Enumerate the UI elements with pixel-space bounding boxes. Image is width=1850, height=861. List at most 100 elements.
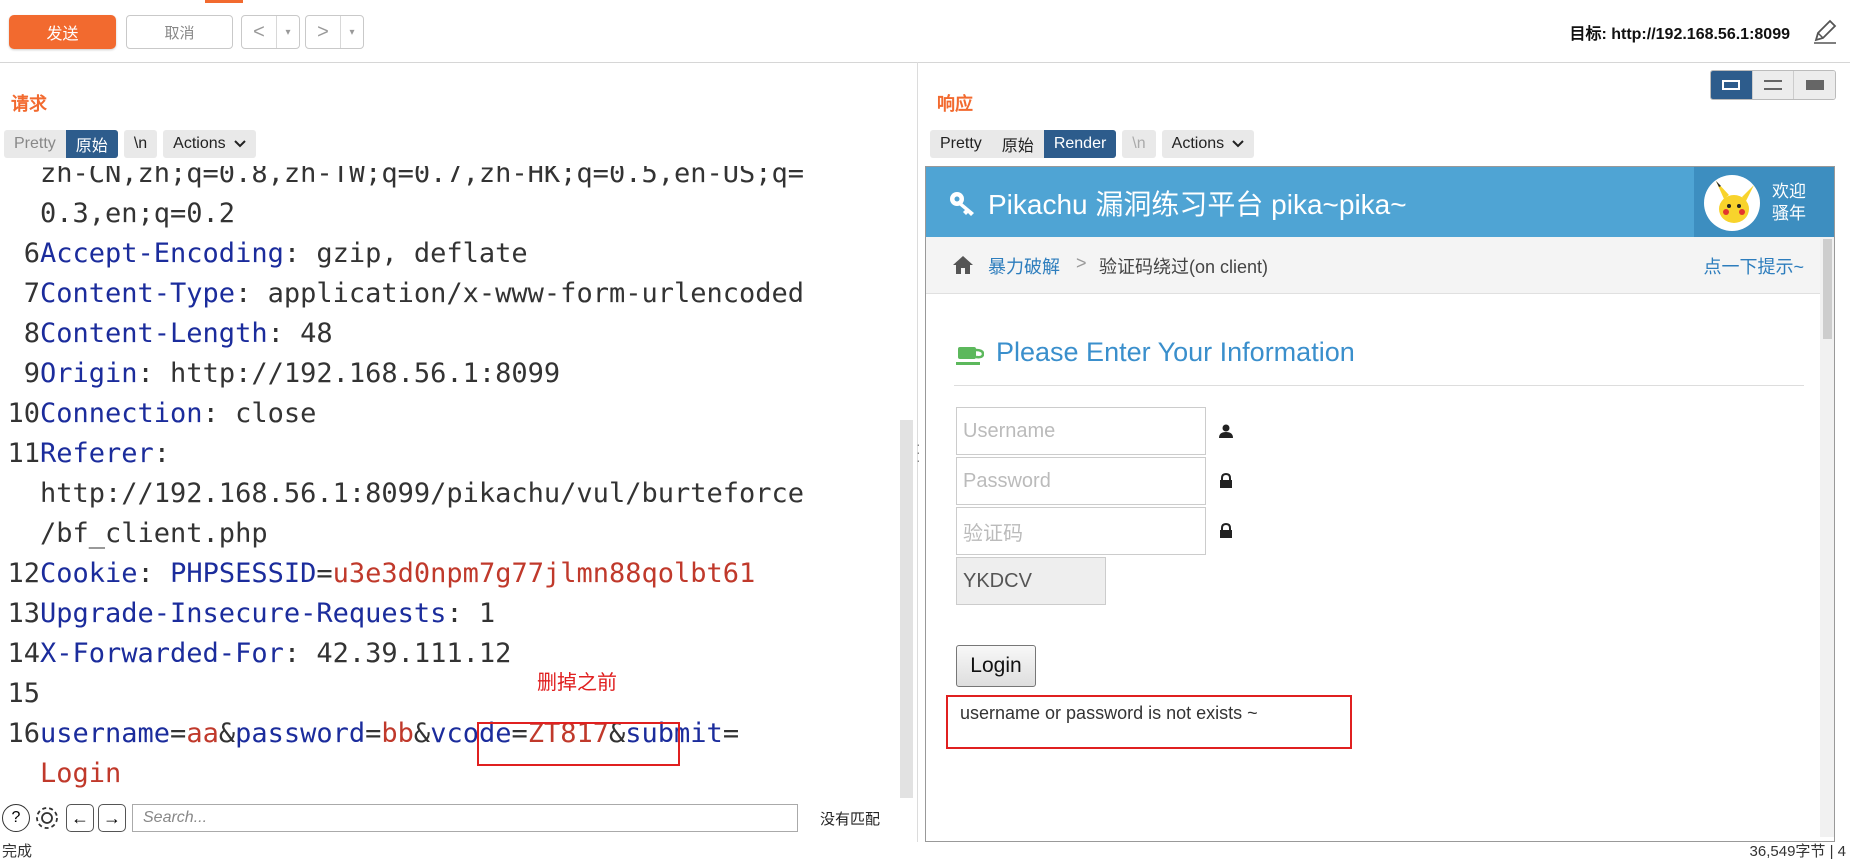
- layout-stacked-icon[interactable]: [1752, 71, 1795, 99]
- response-tab-raw[interactable]: 原始: [992, 130, 1044, 158]
- home-icon: [953, 256, 973, 274]
- request-actions-menu[interactable]: Actions: [163, 130, 256, 158]
- forward-dropdown-icon[interactable]: ▾: [341, 16, 363, 48]
- username-field[interactable]: Username: [956, 407, 1206, 455]
- layout-tabbed-icon[interactable]: [1794, 71, 1835, 99]
- password-field[interactable]: Password: [956, 457, 1206, 505]
- code-token: username: [40, 718, 171, 749]
- line-number: 16: [7, 718, 40, 749]
- code-token: Origin: [40, 358, 138, 389]
- back-dropdown-icon[interactable]: ▾: [277, 16, 299, 48]
- code-token: u3e3d0npm7g77jlmn88qolbt61: [332, 558, 756, 589]
- response-pane-title: 响应: [937, 94, 973, 114]
- rendered-response: Pikachu 漏洞练习平台 pika~pika~ 欢迎 骚年 暴力破解 > 验…: [925, 166, 1835, 842]
- forward-button[interactable]: >: [306, 16, 341, 48]
- request-editor-scrollbar[interactable]: [900, 420, 913, 798]
- layout-toggle: [1710, 70, 1836, 100]
- code-token: : 42.39.111.12: [283, 638, 512, 669]
- layout-side-by-side-icon[interactable]: [1711, 71, 1753, 99]
- chevron-down-icon: [1232, 140, 1244, 148]
- request-actions-label: Actions: [173, 135, 226, 152]
- response-newline-toggle[interactable]: \n: [1122, 130, 1156, 158]
- code-token: :: [137, 558, 171, 589]
- response-view-segment: Pretty 原始 Render: [930, 130, 1117, 158]
- code-token: : 1: [446, 598, 496, 629]
- code-token: =: [170, 718, 187, 749]
- editor-line: 6Accept-Encoding: gzip, deflate: [0, 234, 528, 274]
- search-next-arrow-icon[interactable]: →: [98, 804, 126, 832]
- line-number: 11: [7, 438, 40, 469]
- status-right: 36,549字节 | 4: [1749, 843, 1846, 860]
- request-tabs: Pretty 原始 \n Actions: [4, 130, 256, 158]
- code-token: PHPSESSID: [170, 558, 317, 589]
- request-tab-raw[interactable]: 原始: [65, 130, 118, 158]
- code-token: &: [218, 718, 236, 749]
- code-token: password: [235, 718, 366, 749]
- vcode-field[interactable]: 验证码: [956, 507, 1206, 555]
- code-token: &: [413, 718, 431, 749]
- settings-gear-icon[interactable]: [34, 805, 60, 831]
- toolbar: 发送 取消 < ▾ > ▾ 目标: http://192.168.56.1:80…: [0, 0, 1850, 63]
- status-bar: 完成 36,549字节 | 4: [0, 842, 1850, 860]
- editor-line: /bf_client.php: [0, 514, 268, 554]
- code-token: Accept-Encoding: [40, 238, 284, 269]
- render-scrollbar[interactable]: [1820, 237, 1834, 837]
- code-token: : gzip, deflate: [283, 238, 528, 269]
- response-tabs: Pretty 原始 Render \n Actions: [930, 130, 1255, 158]
- code-token: =: [316, 558, 333, 589]
- code-token: /bf_client.php: [40, 518, 268, 549]
- annotation-delete-before: 删掉之前: [537, 672, 617, 694]
- code-token: : 48: [267, 318, 333, 349]
- search-prev-arrow-icon[interactable]: ←: [66, 804, 94, 832]
- splitter-handle-icon[interactable]: · · ·: [916, 437, 921, 467]
- breadcrumb-bruteforce-link[interactable]: 暴力破解: [988, 253, 1060, 279]
- forward-history-group[interactable]: > ▾: [305, 15, 364, 49]
- back-button[interactable]: <: [242, 16, 277, 48]
- request-editor[interactable]: zh-CN,zh;q=0.8,zh-TW;q=0.7,zh-HK;q=0.5,e…: [0, 166, 900, 798]
- greeting-line-2: 骚年: [1772, 204, 1806, 223]
- editor-line: http://192.168.56.1:8099/pikachu/vul/bur…: [0, 474, 804, 514]
- response-actions-menu[interactable]: Actions: [1161, 130, 1255, 158]
- vcode-highlight-box: [477, 722, 680, 766]
- greeting-line-1: 欢迎: [1772, 182, 1806, 201]
- pikachu-avatar: [1704, 175, 1760, 231]
- code-token: =: [365, 718, 382, 749]
- editor-line: 14X-Forwarded-For: 42.39.111.12: [0, 634, 511, 674]
- search-match-status: 没有匹配: [820, 810, 881, 828]
- back-history-group[interactable]: < ▾: [241, 15, 300, 49]
- edit-target-pencil-icon[interactable]: [1812, 18, 1838, 44]
- code-token: =: [722, 718, 740, 749]
- login-button[interactable]: Login: [956, 645, 1036, 687]
- form-title: Please Enter Your Information: [996, 337, 1355, 367]
- request-newline-toggle[interactable]: \n: [123, 130, 158, 158]
- hint-link[interactable]: 点一下提示~: [1703, 253, 1804, 279]
- cancel-button[interactable]: 取消: [126, 15, 233, 49]
- code-token: bb: [381, 718, 414, 749]
- code-token: : application/x-www-form-urlencoded: [235, 278, 805, 309]
- code-token: http://192.168.56.1:8099/pikachu/vul/bur…: [40, 478, 805, 509]
- editor-line: 10Connection: close: [0, 394, 316, 434]
- form-title-rule: [954, 385, 1804, 386]
- render-scrollbar-thumb[interactable]: [1823, 239, 1832, 339]
- search-input[interactable]: Search...: [132, 804, 798, 832]
- request-view-segment: Pretty 原始: [4, 130, 118, 158]
- code-token: X-Forwarded-For: [40, 638, 284, 669]
- site-title[interactable]: Pikachu 漏洞练习平台 pika~pika~: [988, 183, 1407, 223]
- lock-icon: [1220, 523, 1232, 538]
- active-tab-indicator: [205, 0, 243, 3]
- code-token: Content-Type: [40, 278, 236, 309]
- user-box: 欢迎 骚年: [1694, 167, 1834, 237]
- breadcrumb-current: 验证码绕过(on client): [1099, 257, 1269, 277]
- greeting: 欢迎 骚年: [1772, 181, 1806, 225]
- code-token: :: [153, 438, 171, 469]
- code-token: Connection: [40, 398, 203, 429]
- code-token: Referer: [40, 438, 154, 469]
- coffee-cup-icon: [956, 347, 984, 365]
- response-tab-render[interactable]: Render: [1043, 130, 1117, 158]
- request-search-bar: ? ← → Search... 没有匹配: [0, 800, 917, 836]
- send-button[interactable]: 发送: [9, 15, 116, 49]
- line-number: 12: [7, 558, 40, 589]
- request-tab-pretty[interactable]: Pretty: [4, 130, 66, 158]
- help-icon[interactable]: ?: [2, 804, 30, 832]
- response-tab-pretty[interactable]: Pretty: [930, 130, 992, 158]
